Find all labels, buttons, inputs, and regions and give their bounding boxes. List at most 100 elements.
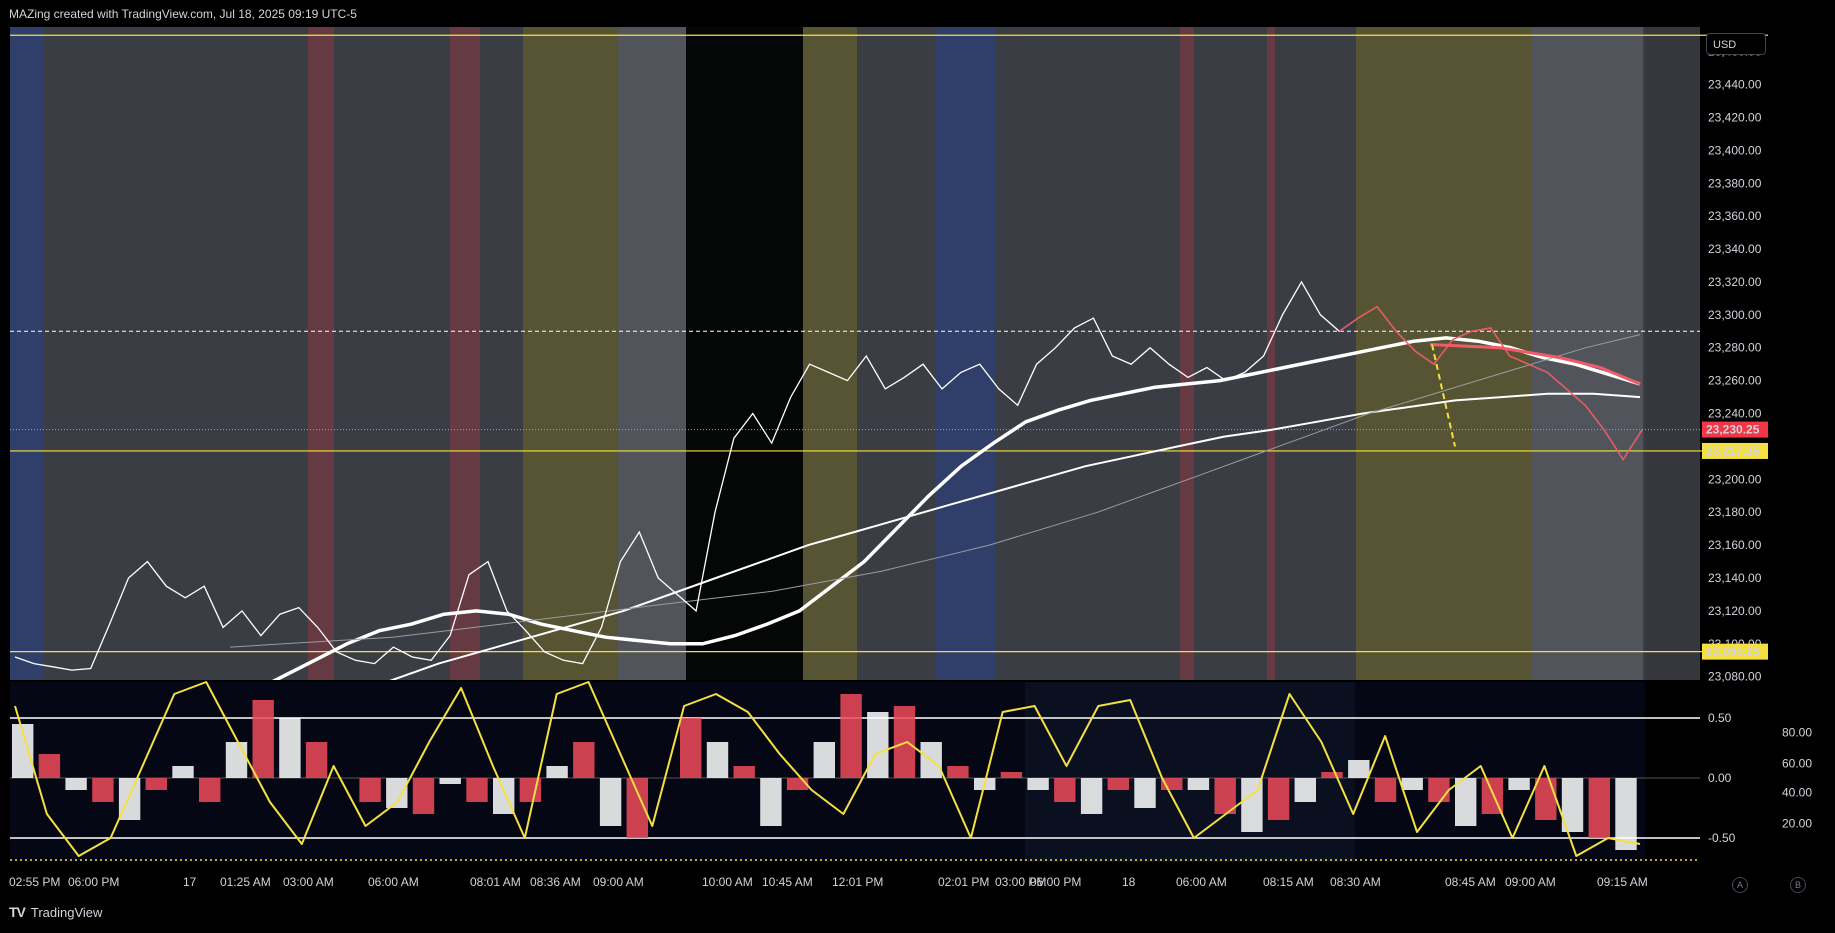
x-tick-label: 06:00 AM [368, 875, 419, 889]
osc-hist-bar [172, 766, 194, 778]
price-tick-label: 23,200.00 [1708, 472, 1762, 486]
footer-brand: TradingView [30, 904, 103, 920]
tradingview-logo-icon: TV [9, 904, 26, 920]
session-band-12 [1532, 27, 1643, 680]
session-band-9 [1180, 27, 1194, 680]
x-tick-label: 08:01 AM [470, 875, 521, 889]
osc-hist-bar [1348, 760, 1370, 778]
osc-hist-bar [1187, 778, 1210, 790]
x-tick-label: 01:25 AM [220, 875, 271, 889]
osc-hist-bar [145, 778, 167, 790]
x-tick-label: 10:00 AM [702, 875, 753, 889]
x-tick-label: 03:00 AM [283, 875, 334, 889]
osc-hist-bar [760, 778, 782, 826]
price-tick-label: 23,420.00 [1708, 110, 1762, 124]
footer: TV TradingView [9, 904, 102, 920]
osc-tick-right: 60.00 [1782, 757, 1812, 771]
x-tick-label: 09:15 AM [1597, 875, 1648, 889]
osc-hist-bar [867, 712, 889, 778]
osc-hist-bar [1134, 778, 1156, 808]
osc-hist-bar [412, 778, 435, 814]
session-band-8 [995, 27, 1025, 680]
osc-hist-bar [1294, 778, 1316, 802]
session-band-7 [935, 27, 995, 680]
osc-hist-bar [38, 754, 61, 778]
osc-hist-bar [305, 742, 328, 778]
osc-hist-bar [1321, 772, 1343, 778]
osc-hist-bar [1374, 778, 1397, 802]
x-tick-label: 08:15 AM [1263, 875, 1314, 889]
current-price-label: 23,230.25 [1706, 423, 1760, 437]
osc-hist-bar [466, 778, 488, 802]
osc-hist-bar [1054, 778, 1076, 802]
osc-tick-right: 20.00 [1782, 817, 1812, 831]
osc-tick-right: 80.00 [1782, 725, 1812, 739]
osc-hist-bar [1455, 778, 1477, 826]
osc-hist-bar [947, 766, 969, 778]
price-tick-label: 23,260.00 [1708, 374, 1762, 388]
osc-hist-bar [1508, 778, 1530, 790]
session-band-13 [1643, 27, 1700, 680]
session-band-4 [618, 27, 686, 680]
osc-hist-bar [1588, 778, 1610, 838]
price-tick-label: 23,160.00 [1708, 538, 1762, 552]
x-tick-label: 06:00 PM [1030, 875, 1081, 889]
osc-tick-left: 0.00 [1708, 771, 1732, 785]
x-tick-label: 02:01 PM [938, 875, 989, 889]
x-tick-label: 17 [183, 875, 197, 889]
osc-hist-bar [252, 700, 274, 778]
price-tick-label: 23,180.00 [1708, 505, 1762, 519]
scale-button-a[interactable]: A [1732, 877, 1748, 893]
scale-button-b[interactable]: B [1790, 877, 1806, 893]
osc-hist-bar [706, 742, 729, 778]
osc-hist-bar [1428, 778, 1450, 802]
price-tick-label: 23,400.00 [1708, 143, 1762, 157]
osc-hist-bar [65, 778, 87, 790]
price-tick-label: 23,300.00 [1708, 308, 1762, 322]
chart-canvas[interactable]: 23,460.0023,440.0023,420.0023,400.0023,3… [0, 0, 1835, 933]
x-tick-label: 10:45 AM [762, 875, 813, 889]
level-label-1: 23,217.25 [1706, 444, 1760, 458]
osc-hist-bar [573, 742, 595, 778]
osc-hist-bar [1267, 778, 1290, 820]
price-tick-label: 23,360.00 [1708, 209, 1762, 223]
x-tick-label: 06:00 PM [68, 875, 119, 889]
price-tick-label: 23,340.00 [1708, 242, 1762, 256]
price-tick-label: 23,280.00 [1708, 341, 1762, 355]
price-tick-label: 23,080.00 [1708, 670, 1762, 684]
x-tick-label: 09:00 AM [1505, 875, 1556, 889]
osc-hist-bar [1027, 778, 1049, 790]
osc-tick-right: 40.00 [1782, 785, 1812, 799]
osc-hist-bar [1401, 778, 1423, 790]
osc-hist-bar [225, 742, 248, 778]
osc-hist-bar [1080, 778, 1103, 814]
osc-tick-left: 0.50 [1708, 711, 1732, 725]
osc-hist-bar [546, 766, 568, 778]
price-tick-label: 23,440.00 [1708, 78, 1762, 92]
osc-hist-bar [840, 694, 862, 778]
x-tick-label: 08:30 AM [1330, 875, 1381, 889]
level-label-2: 23,095.25 [1706, 645, 1760, 659]
price-tick-label: 23,140.00 [1708, 571, 1762, 585]
osc-hist-bar [92, 778, 114, 802]
session-band-3 [523, 27, 618, 680]
price-tick-label: 23,320.00 [1708, 275, 1762, 289]
x-tick-label: 06:00 AM [1176, 875, 1227, 889]
osc-hist-bar [1535, 778, 1557, 820]
osc-hist-bar [680, 718, 702, 778]
x-tick-label: 08:45 AM [1445, 875, 1496, 889]
x-tick-label: 08:36 AM [530, 875, 581, 889]
session-band-6 [803, 27, 857, 680]
x-tick-label: 18 [1122, 875, 1136, 889]
osc-hist-bar [1000, 772, 1023, 778]
osc-hist-bar [813, 742, 835, 778]
session-band-2 [450, 27, 480, 680]
osc-hist-bar [1107, 778, 1129, 790]
currency-button[interactable]: USD [1706, 33, 1766, 55]
osc-hist-bar [439, 778, 461, 784]
x-tick-label: 12:01 PM [832, 875, 883, 889]
x-tick-label: 02:55 PM [9, 875, 60, 889]
x-tick-label: 09:00 AM [593, 875, 644, 889]
session-band-0 [10, 27, 44, 680]
session-band-10 [1267, 27, 1275, 680]
